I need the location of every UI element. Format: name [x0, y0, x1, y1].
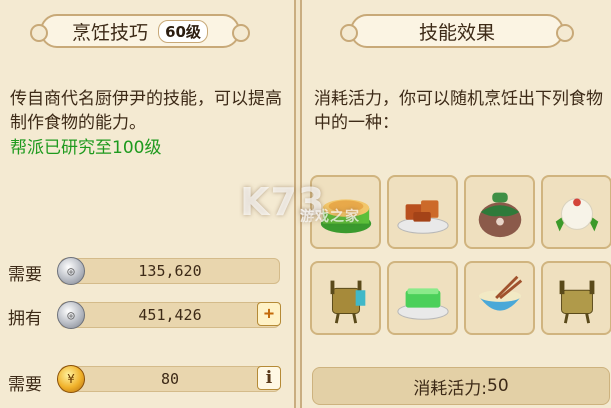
info-button[interactable]: i — [257, 366, 281, 390]
food-slot[interactable] — [464, 261, 535, 335]
skill-level-badge: 60级 — [158, 19, 208, 43]
effect-title: 技能效果 — [418, 21, 495, 44]
required-silver-value: 135,620 — [138, 262, 202, 280]
noodle-bowl-food-icon — [478, 275, 522, 311]
gold-coin-icon: ¥ — [57, 365, 85, 393]
food-slot[interactable] — [541, 261, 611, 335]
required-silver-bar: ◎ 135,620 — [57, 257, 280, 285]
owned-silver-bar: ◎ 451,426 + — [57, 301, 281, 329]
silver-coin-icon: ◎ — [57, 257, 85, 285]
effect-title-tab: 技能效果 — [340, 14, 574, 48]
food-slot[interactable] — [310, 261, 381, 335]
watermark-subtext: 游戏之家 — [300, 209, 360, 225]
vitality-cost-value: 50 — [487, 376, 509, 396]
vitality-cost-label: 消耗活力: — [413, 378, 488, 399]
required-silver-label: 需要 — [8, 265, 42, 285]
jade-jelly-food-icon — [396, 288, 449, 320]
food-slot[interactable] — [541, 175, 611, 249]
skill-name: 烹饪技巧 — [72, 21, 149, 44]
vitality-cost-bar: 消耗活力: 50 — [312, 367, 610, 405]
bronze-ding-food-icon — [559, 280, 594, 324]
food-slot[interactable] — [387, 261, 458, 335]
bronze-vessel-food-icon — [330, 280, 365, 324]
skill-title-tab: 烹饪技巧 60级 — [30, 14, 250, 48]
wine-jar-food-icon — [478, 192, 521, 238]
skill-description: 传自商代名厨伊尹的技能，可以提高制作食物的能力。 — [10, 89, 282, 133]
silver-coin-icon: ◎ — [57, 301, 85, 329]
owned-silver-value: 451,426 — [138, 306, 202, 324]
site-watermark: K73 游戏之家 — [240, 180, 360, 226]
guild-research-status: 帮派已研究至100级 — [10, 138, 162, 158]
required-gold-label: 需要 — [8, 375, 42, 395]
add-silver-button[interactable]: + — [257, 302, 281, 326]
required-gold-value: 80 — [160, 370, 180, 388]
required-gold-bar: ¥ 80 i — [57, 365, 281, 393]
food-slot[interactable] — [464, 175, 535, 249]
effect-description: 消耗活力，你可以随机烹饪出下列食物中的一种： — [314, 89, 603, 133]
owned-silver-label: 拥有 — [8, 309, 42, 329]
tofu-dish-food-icon — [396, 200, 449, 234]
rice-ball-food-icon — [555, 197, 598, 232]
food-slot[interactable] — [387, 175, 458, 249]
